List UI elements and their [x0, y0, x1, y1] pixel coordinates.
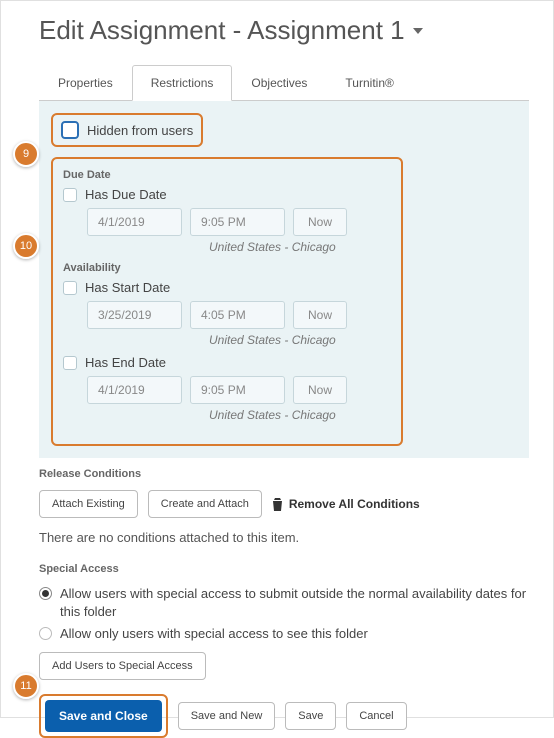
- add-users-special-access-button[interactable]: Add Users to Special Access: [39, 652, 206, 680]
- due-now-button[interactable]: Now: [293, 208, 347, 236]
- due-time-field[interactable]: 9:05 PM: [190, 208, 285, 236]
- callout-badge-9: 9: [13, 141, 39, 167]
- special-access-label: Special Access: [39, 563, 529, 575]
- chevron-down-icon[interactable]: [413, 28, 423, 34]
- end-timezone: United States - Chicago: [209, 408, 391, 422]
- hidden-from-users-row: Hidden from users: [51, 113, 203, 147]
- special-access-option-1[interactable]: Allow users with special access to submi…: [39, 585, 529, 621]
- hidden-from-users-label: Hidden from users: [87, 123, 193, 138]
- due-date-field[interactable]: 4/1/2019: [87, 208, 182, 236]
- save-button[interactable]: Save: [285, 702, 336, 730]
- end-date-field[interactable]: 4/1/2019: [87, 376, 182, 404]
- page-title[interactable]: Edit Assignment - Assignment 1: [39, 15, 553, 46]
- tab-restrictions[interactable]: Restrictions: [132, 65, 233, 101]
- footer-actions: Save and Close Save and New Save Cancel: [39, 694, 553, 738]
- has-end-date-label: Has End Date: [85, 355, 166, 370]
- special-access-section: Special Access Allow users with special …: [39, 563, 529, 680]
- end-now-button[interactable]: Now: [293, 376, 347, 404]
- callout-badge-10: 10: [13, 233, 39, 259]
- date-availability-block: Due Date Has Due Date 4/1/2019 9:05 PM N…: [51, 157, 403, 446]
- start-time-field[interactable]: 4:05 PM: [190, 301, 285, 329]
- has-due-date-label: Has Due Date: [85, 187, 167, 202]
- has-due-date-row: Has Due Date: [63, 187, 391, 202]
- release-conditions-label: Release Conditions: [39, 468, 529, 480]
- due-timezone: United States - Chicago: [209, 240, 391, 254]
- start-date-field[interactable]: 3/25/2019: [87, 301, 182, 329]
- has-start-date-row: Has Start Date: [63, 280, 391, 295]
- cancel-button[interactable]: Cancel: [346, 702, 406, 730]
- tab-bar: Properties Restrictions Objectives Turni…: [39, 64, 529, 101]
- special-access-option-2[interactable]: Allow only users with special access to …: [39, 625, 529, 643]
- restrictions-panel: Hidden from users Due Date Has Due Date …: [39, 101, 529, 458]
- has-end-date-row: Has End Date: [63, 355, 391, 370]
- hidden-from-users-checkbox[interactable]: [61, 121, 79, 139]
- release-conditions-section: Release Conditions Attach Existing Creat…: [39, 458, 529, 545]
- save-and-close-button[interactable]: Save and Close: [45, 700, 162, 732]
- tab-properties[interactable]: Properties: [39, 65, 132, 101]
- availability-section-label: Availability: [63, 262, 391, 274]
- trash-icon: [272, 498, 283, 511]
- start-now-button[interactable]: Now: [293, 301, 347, 329]
- special-opt2-label: Allow only users with special access to …: [60, 625, 368, 643]
- due-date-section-label: Due Date: [63, 169, 391, 181]
- end-time-field[interactable]: 9:05 PM: [190, 376, 285, 404]
- has-start-date-checkbox[interactable]: [63, 281, 77, 295]
- has-due-date-checkbox[interactable]: [63, 188, 77, 202]
- title-text: Edit Assignment - Assignment 1: [39, 15, 405, 46]
- save-and-new-button[interactable]: Save and New: [178, 702, 276, 730]
- create-and-attach-button[interactable]: Create and Attach: [148, 490, 262, 518]
- tab-turnitin[interactable]: Turnitin®: [326, 65, 412, 101]
- special-opt1-label: Allow users with special access to submi…: [60, 585, 529, 621]
- callout-badge-11: 11: [13, 673, 39, 699]
- attach-existing-button[interactable]: Attach Existing: [39, 490, 138, 518]
- radio-allow-outside[interactable]: [39, 587, 52, 600]
- no-conditions-text: There are no conditions attached to this…: [39, 530, 529, 545]
- has-end-date-checkbox[interactable]: [63, 356, 77, 370]
- tab-objectives[interactable]: Objectives: [232, 65, 326, 101]
- remove-all-label: Remove All Conditions: [289, 497, 420, 511]
- has-start-date-label: Has Start Date: [85, 280, 170, 295]
- radio-allow-only[interactable]: [39, 627, 52, 640]
- remove-all-conditions[interactable]: Remove All Conditions: [272, 497, 420, 511]
- start-timezone: United States - Chicago: [209, 333, 391, 347]
- save-close-highlight: Save and Close: [39, 694, 168, 738]
